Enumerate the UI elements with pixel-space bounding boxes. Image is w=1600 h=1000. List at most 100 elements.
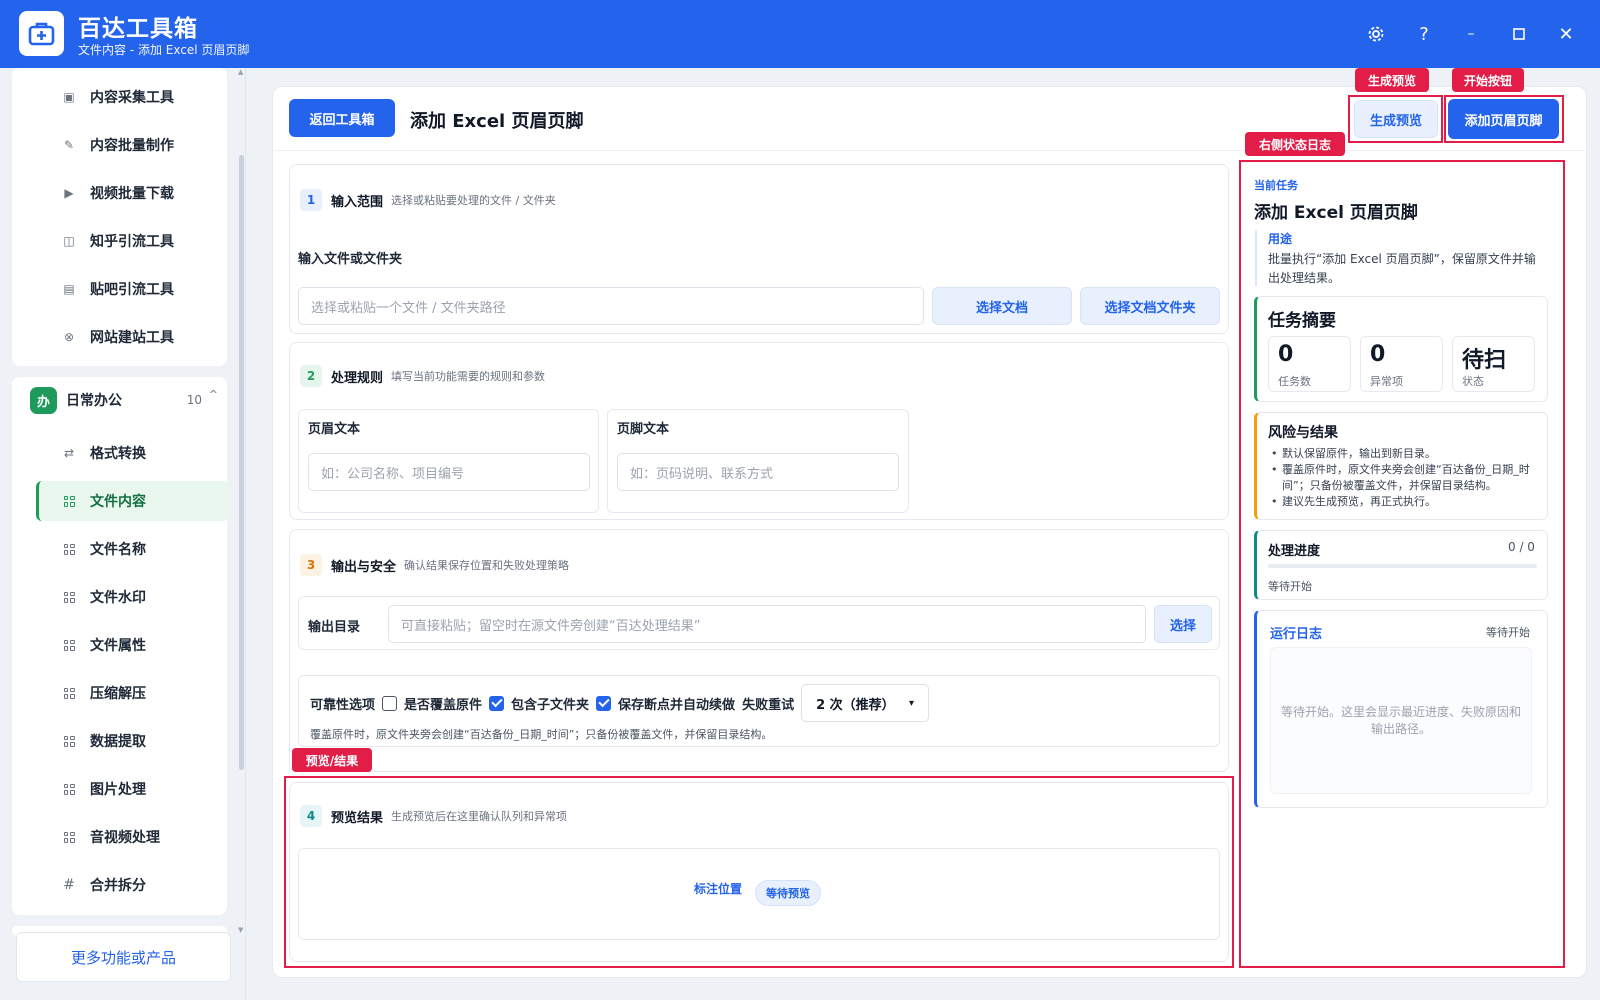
output-dir-label: 输出目录 — [308, 620, 361, 635]
retry-label: 失败重试 — [742, 697, 795, 713]
start-add-header-footer-button[interactable]: 添加页眉页脚 — [1448, 99, 1559, 139]
maximize-icon[interactable] — [1505, 20, 1533, 48]
retry-select[interactable]: 2 次（推荐） ▾ — [801, 684, 930, 722]
sidebar-item-label: 压缩解压 — [90, 686, 146, 702]
section-description: 生成预览后在这里确认队列和异常项 — [391, 810, 568, 823]
overwrite-note: 覆盖原件时，原文件夹旁会创建“百达备份_日期_时间”；只备份被覆盖文件，并保留目… — [310, 728, 773, 741]
choose-folder-button[interactable]: 选择文档文件夹 — [1080, 287, 1220, 325]
stat-label: 异常项 — [1370, 375, 1403, 388]
settings-gear-icon[interactable] — [1362, 20, 1390, 48]
section-description: 选择或粘贴要处理的文件 / 文件夹 — [391, 194, 556, 207]
reliability-options-row: 可靠性选项 是否覆盖原件 包含子文件夹 保存断点并自动续做 失败重试 2 次（推… — [310, 684, 936, 722]
sidebar-item-image[interactable]: 图片处理 — [24, 769, 204, 809]
stat-state: 待扫 状态 — [1452, 336, 1535, 392]
sidebar-item-label: 贴吧引流工具 — [90, 282, 174, 298]
risk-title: 风险与结果 — [1268, 425, 1338, 441]
grid-icon — [24, 543, 84, 555]
sidebar-item-data-extract[interactable]: 数据提取 — [24, 721, 204, 761]
sidebar-scrollbar[interactable] — [239, 155, 244, 770]
sidebar-item-file-attributes[interactable]: 文件属性 — [24, 625, 204, 665]
app-logo — [19, 11, 64, 56]
chevron-down-icon: ▾ — [909, 697, 915, 709]
resume-checkbox[interactable] — [596, 695, 612, 711]
help-icon[interactable]: ? — [1410, 20, 1438, 48]
section-title: 处理规则 — [331, 370, 384, 386]
back-to-toolbox-button[interactable]: 返回工具箱 — [289, 99, 395, 137]
section-title: 输出与安全 — [331, 559, 397, 575]
collect-icon: ▣ — [63, 90, 75, 104]
progress-state: 等待开始 — [1268, 580, 1312, 593]
minimize-icon[interactable]: – — [1457, 20, 1485, 48]
sidebar-item-file-watermark[interactable]: 文件水印 — [24, 577, 204, 617]
stat-exception-count: 0 异常项 — [1360, 336, 1443, 392]
sidebar-item-zhihu[interactable]: ◫ 知乎引流工具 — [24, 221, 204, 261]
sidebar-item-label: 合并拆分 — [90, 878, 146, 894]
scroll-down-icon[interactable]: ▼ — [238, 926, 243, 934]
sidebar-item-format-convert[interactable]: ⇄ 格式转换 — [24, 433, 204, 473]
overwrite-checkbox[interactable] — [382, 695, 398, 711]
current-task-title: 添加 Excel 页眉页脚 — [1254, 203, 1418, 223]
title-bar: 百达工具箱 文件内容 - 添加 Excel 页眉页脚 ? – ✕ — [0, 0, 1600, 68]
sidebar-item-content-collect[interactable]: ▣ 内容采集工具 — [24, 77, 204, 117]
sidebar-item-audio-video[interactable]: 音视频处理 — [24, 817, 204, 857]
scroll-up-icon[interactable]: ▲ — [238, 68, 243, 76]
zhihu-icon: ◫ — [63, 234, 75, 248]
sidebar-item-label: 网站建站工具 — [90, 330, 174, 346]
sidebar-group-office[interactable]: 办 日常办公 10 ^ — [30, 385, 220, 415]
sidebar-item-compress[interactable]: 压缩解压 — [24, 673, 204, 713]
section-description: 填写当前功能需要的规则和参数 — [391, 370, 546, 383]
task-summary-title: 任务摘要 — [1268, 311, 1336, 331]
annotation-tag-preview: 生成预览 — [1355, 68, 1429, 92]
run-log-state: 等待开始 — [1486, 626, 1530, 639]
sidebar-item-video-download[interactable]: ▶ 视频批量下载 — [24, 173, 204, 213]
group-count: 10 — [186, 393, 202, 407]
include-subfolders-checkbox[interactable] — [489, 695, 505, 711]
sidebar-item-file-content[interactable]: 文件内容 — [36, 481, 229, 521]
current-task-label: 当前任务 — [1254, 179, 1298, 192]
sidebar-item-tieba[interactable]: ▤ 贴吧引流工具 — [24, 269, 204, 309]
output-dir-input[interactable]: 可直接粘贴；留空时在源文件旁创建“百达处理结果” — [388, 605, 1146, 643]
grid-icon — [24, 831, 84, 843]
app-subtitle: 文件内容 - 添加 Excel 页眉页脚 — [78, 43, 250, 57]
risk-item: 覆盖原件时，原文件夹旁会创建“百达备份_日期_时间”；只备份被覆盖文件，并保留目… — [1268, 462, 1543, 494]
sidebar-item-merge-split[interactable]: # 合并拆分 — [24, 865, 204, 905]
grid-icon — [39, 495, 84, 507]
header-text-label: 页眉文本 — [308, 422, 361, 437]
sidebar-item-label: 文件内容 — [90, 494, 146, 510]
grid-icon — [24, 687, 84, 699]
sidebar-item-website[interactable]: ⊗ 网站建站工具 — [24, 317, 204, 357]
include-subfolders-label: 包含子文件夹 — [511, 697, 590, 713]
annotation-tag-preview-result: 预览/结果 — [292, 748, 372, 772]
header-text-input[interactable]: 如：公司名称、项目编号 — [308, 453, 590, 491]
risk-item: 建议先生成预览，再正式执行。 — [1268, 494, 1543, 510]
group-badge: 办 — [30, 386, 57, 414]
globe-icon: ⊗ — [63, 330, 75, 344]
usage-text: 批量执行“添加 Excel 页眉页脚”，保留原文件并输出处理结果。 — [1268, 252, 1536, 285]
retry-select-value: 2 次（推荐） — [816, 697, 895, 713]
sidebar-item-label: 数据提取 — [90, 734, 146, 750]
input-path-field[interactable]: 选择或粘贴一个文件 / 文件夹路径 — [298, 287, 924, 325]
reliability-label: 可靠性选项 — [310, 697, 376, 713]
tieba-icon: ▤ — [63, 282, 75, 296]
generate-preview-button[interactable]: 生成预览 — [1354, 100, 1438, 138]
run-log-area[interactable]: 等待开始。这里会显示最近进度、失败原因和输出路径。 — [1270, 647, 1532, 794]
sidebar-item-file-name[interactable]: 文件名称 — [24, 529, 204, 569]
section-number: 4 — [300, 805, 322, 827]
section-title: 预览结果 — [331, 810, 384, 826]
stat-value: 0 — [1370, 342, 1386, 367]
more-products-button[interactable]: 更多功能或产品 — [16, 932, 231, 982]
footer-text-input[interactable]: 如：页码说明、联系方式 — [617, 453, 899, 491]
close-icon[interactable]: ✕ — [1552, 20, 1580, 48]
progress-title: 处理进度 — [1268, 544, 1321, 559]
group-title: 日常办公 — [66, 393, 122, 409]
risk-item: 默认保留原件，输出到新目录。 — [1268, 446, 1543, 462]
chevron-up-icon[interactable]: ^ — [209, 388, 218, 401]
grid-icon — [24, 735, 84, 747]
choose-document-button[interactable]: 选择文档 — [932, 287, 1072, 325]
annotation-tag-start: 开始按钮 — [1452, 68, 1524, 92]
sidebar-item-batch-create[interactable]: ✎ 内容批量制作 — [24, 125, 204, 165]
hash-icon: # — [63, 877, 75, 893]
toolbox-icon — [28, 22, 55, 46]
choose-output-button[interactable]: 选择 — [1154, 605, 1212, 643]
grid-icon — [24, 783, 84, 795]
